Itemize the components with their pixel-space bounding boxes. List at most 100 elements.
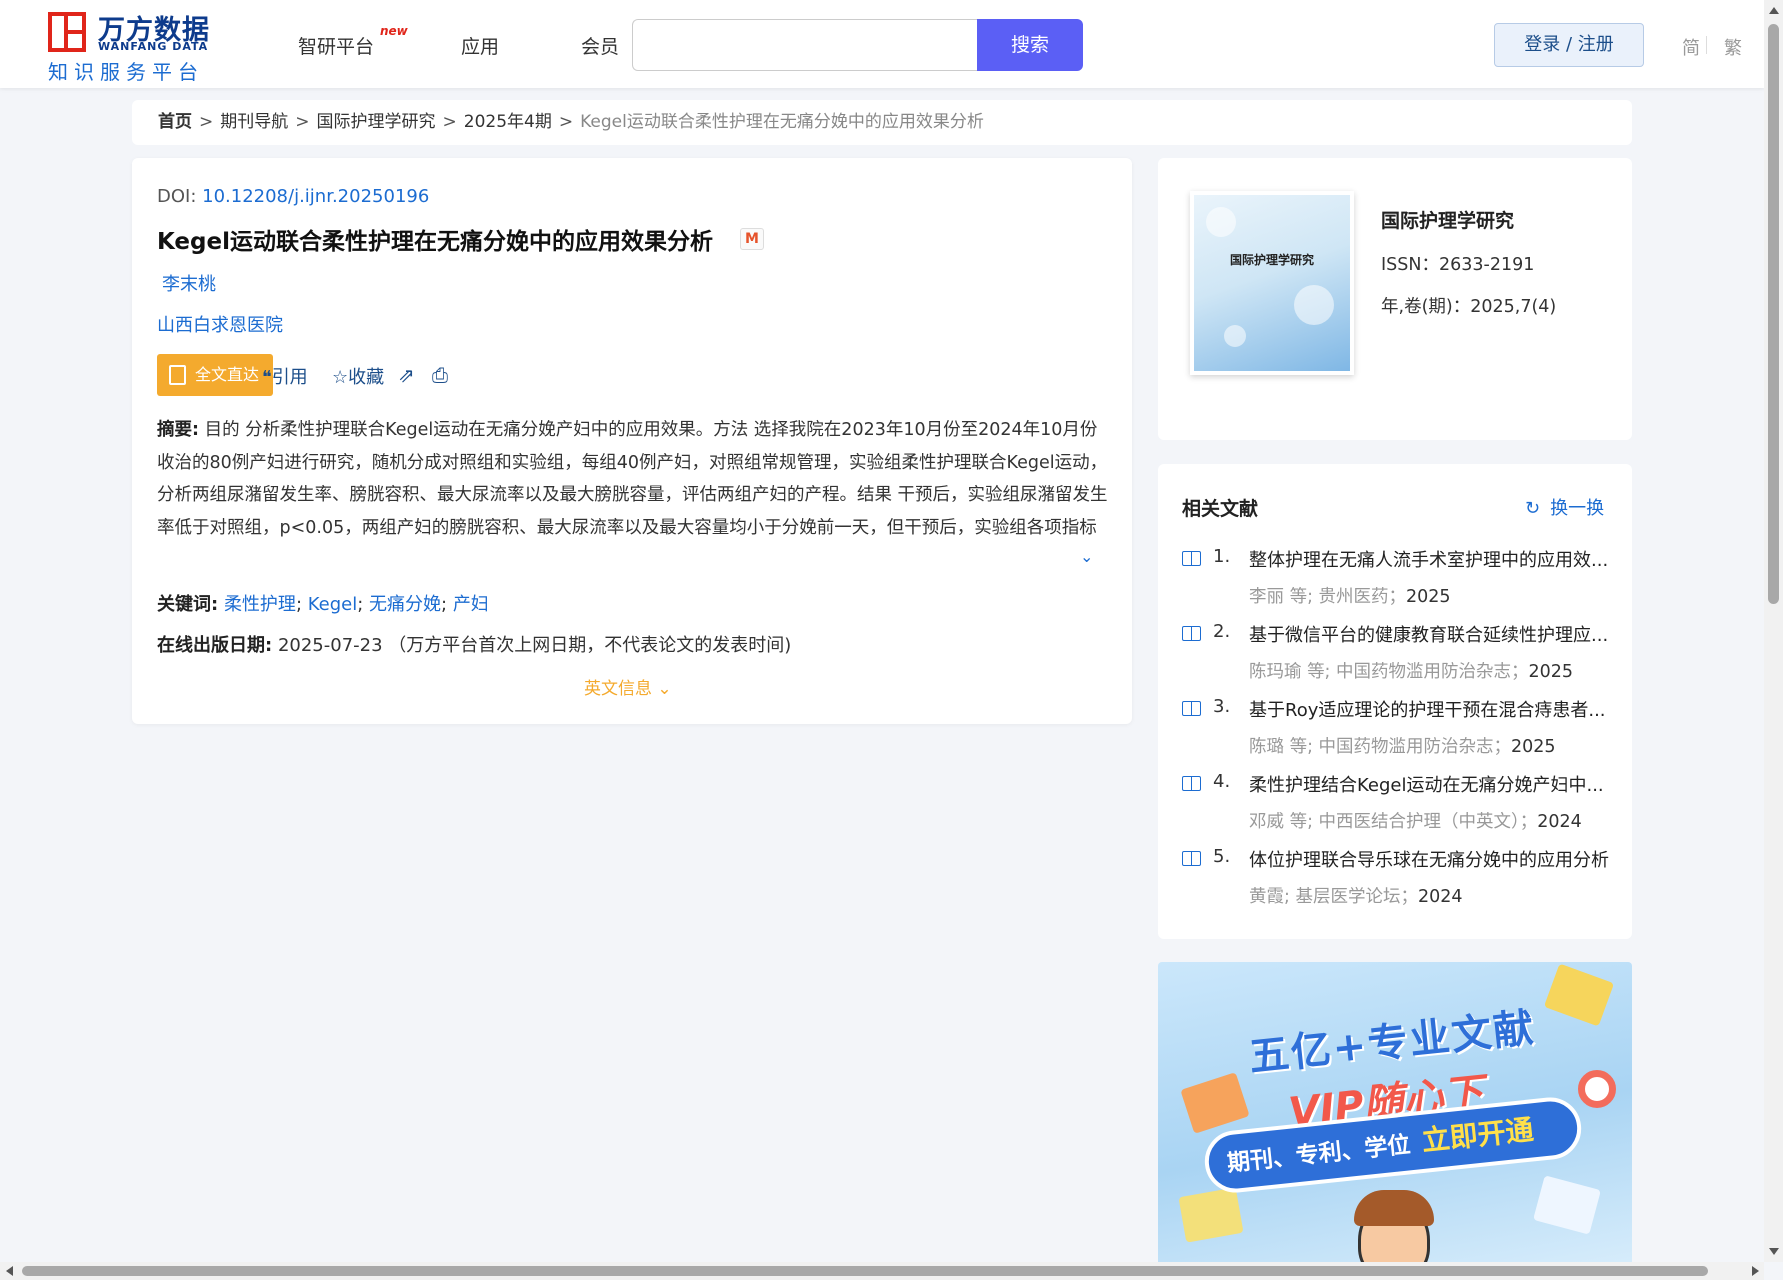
article-title: Kegel运动联合柔性护理在无痛分娩中的应用效果分析 [157,229,713,255]
fulltext-button[interactable]: 全文直达 [157,354,273,396]
pubdate-label: 在线出版日期: [157,635,273,656]
paper-illustration [1533,1175,1601,1235]
related-item-title[interactable]: 基于Roy适应理论的护理干预在混合痔患者... [1249,696,1611,722]
cite-label: 引用 [271,367,308,388]
related-item-number: 3. [1213,696,1231,717]
keyword-link[interactable]: 柔性护理 [224,594,296,615]
search-input[interactable] [632,19,977,71]
ring-decoration [1578,1070,1616,1108]
book-icon [1182,776,1201,791]
abstract: 摘要: 目的 分析柔性护理联合Kegel运动在无痛分娩产妇中的应用效果。方法 选… [157,414,1112,544]
book-icon [1182,626,1201,641]
related-item-source: 李丽 等; 贵州医药； [1249,587,1407,607]
related-item-number: 4. [1213,771,1231,792]
journal-issue: 年,卷(期)：2025,7(4) [1381,293,1556,318]
keyword-link[interactable]: Kegel [308,594,357,615]
book-icon [1182,851,1201,866]
expand-abstract-chevron-icon[interactable]: ⌄ [1080,547,1093,566]
vertical-scrollbar[interactable] [1764,0,1783,1262]
issue-value: 2025,7(4) [1470,297,1557,317]
m-format-icon[interactable]: M [740,228,764,250]
scroll-down-arrow-icon[interactable] [1769,1248,1779,1255]
related-item-year: 2024 [1417,887,1463,907]
article-detail-card: DOI: 10.12208/j.ijnr.20250196 Kegel运动联合柔… [132,158,1132,724]
top-header: 万方数据 WANFANG DATA 知识服务平台 智研平台 new 应用 会员 … [0,0,1764,88]
related-item[interactable]: 2. 基于微信平台的健康教育联合延续性护理应... 陈玛瑜 等; 中国药物滥用防… [1182,621,1612,697]
journal-info-card: 国际护理学研究 国际护理学研究 ISSN：2633-2191 年,卷(期)：20… [1158,158,1632,440]
doi-link[interactable]: 10.12208/j.ijnr.20250196 [202,186,429,207]
journal-cover-image[interactable]: 国际护理学研究 [1190,191,1354,375]
english-info-toggle[interactable]: 英文信息 ⌄ [584,674,672,699]
book-illustration [1543,963,1615,1027]
related-item-title[interactable]: 整体护理在无痛人流手术室护理中的应用效... [1249,546,1611,572]
cover-decoration [1294,285,1334,325]
print-icon[interactable]: ⎙ [432,363,448,387]
related-item-source: 陈玛瑜 等; 中国药物滥用防治杂志； [1249,662,1529,682]
lang-simplified-toggle[interactable]: 简 [1682,34,1700,60]
breadcrumb-journal-nav[interactable]: 期刊导航 [220,112,288,132]
related-item[interactable]: 3. 基于Roy适应理论的护理干预在混合痔患者... 陈璐 等; 中国药物滥用防… [1182,696,1612,772]
wanfang-logo[interactable]: 万方数据 WANFANG DATA 知识服务平台 [48,8,218,84]
horizontal-scroll-thumb[interactable] [22,1266,1708,1276]
lang-traditional-toggle[interactable]: 繁 [1724,34,1742,60]
related-item-meta: 李丽 等; 贵州医药；2025 [1249,583,1451,608]
author-link[interactable]: 李末桃 [162,270,216,296]
related-item-number: 1. [1213,546,1231,567]
scroll-left-arrow-icon[interactable] [6,1266,13,1276]
related-item[interactable]: 1. 整体护理在无痛人流手术室护理中的应用效... 李丽 等; 贵州医药；202… [1182,546,1612,622]
scroll-right-arrow-icon[interactable] [1752,1266,1759,1276]
related-item-year: 2024 [1537,812,1582,832]
related-item[interactable]: 5. 体位护理联合导乐球在无痛分娩中的应用分析 黄霞; 基层医学论坛；2024 [1182,846,1612,922]
book-icon [1182,701,1201,716]
issn-value: 2633-2191 [1438,255,1535,275]
related-item-meta: 陈玛瑜 等; 中国药物滥用防治杂志；2025 [1249,658,1573,683]
book-illustration [1180,1072,1250,1134]
vip-ad-banner[interactable]: 五亿+专业文献 VIP随心下 期刊、专利、学位 立即开通 [1158,962,1632,1262]
logo-mark-icon [48,12,86,52]
keyword-separator: ; [357,594,370,615]
breadcrumb-journal[interactable]: 国际护理学研究 [317,112,436,132]
keyword-link[interactable]: 无痛分娩 [369,594,441,615]
scroll-up-arrow-icon[interactable] [1769,7,1779,14]
vertical-scroll-thumb[interactable] [1768,24,1779,604]
related-item[interactable]: 4. 柔性护理结合Kegel运动在无痛分娩产妇中... 邓威 等; 中西医结合护… [1182,771,1612,847]
breadcrumb-separator: > [442,112,457,132]
abstract-label: 摘要: [157,420,199,440]
journal-issn: ISSN：2633-2191 [1381,251,1534,276]
share-icon[interactable]: ⇗ [398,363,415,387]
cite-button[interactable]: ❝引用 [262,363,308,389]
logo-subtitle: 知识服务平台 [48,60,204,84]
breadcrumb: 首页 > 期刊导航 > 国际护理学研究 >2025年4期 > Kegel运动联合柔性护理在无痛… [132,100,1632,145]
related-item-title[interactable]: 体位护理联合导乐球在无痛分娩中的应用分析 [1249,846,1611,872]
related-item-title[interactable]: 基于微信平台的健康教育联合延续性护理应... [1249,621,1611,647]
lang-divider [1706,36,1707,54]
related-item-meta: 黄霞; 基层医学论坛；2024 [1249,883,1463,908]
search-button[interactable]: 搜索 [977,19,1083,71]
nav-apps[interactable]: 应用 [461,32,499,59]
related-title: 相关文献 [1182,498,1259,520]
breadcrumb-home[interactable]: 首页 [158,112,192,132]
horizontal-scrollbar[interactable] [0,1262,1764,1280]
chevron-down-icon: ⌄ [657,679,672,699]
favorite-button[interactable]: ☆收藏 [332,363,384,389]
breadcrumb-current: Kegel运动联合柔性护理在无痛分娩中的应用效果分析 [580,112,984,132]
keywords-line: 关键词: 柔性护理; Kegel; 无痛分娩; 产妇 [157,590,489,616]
breadcrumb-issue[interactable]: 2025年4期 [464,112,552,132]
related-item-year: 2025 [1406,587,1451,607]
refresh-button[interactable]: ↻ 换一换 [1525,494,1604,520]
nav-zhiyan[interactable]: 智研平台 [298,32,374,59]
doi-label: DOI: [157,186,203,207]
nav-membership[interactable]: 会员 [581,32,619,59]
keyword-link[interactable]: 产妇 [453,594,489,615]
cover-decoration [1224,325,1246,347]
pubdate-note: （万方平台首次上网日期，不代表论文的发表时间) [388,635,792,656]
login-register-button[interactable]: 登录 / 注册 [1494,23,1644,67]
related-item-year: 2025 [1528,662,1574,682]
organization-link[interactable]: 山西白求恩医院 [157,311,283,337]
online-pubdate: 在线出版日期: 2025-07-23 （万方平台首次上网日期，不代表论文的发表时… [157,631,791,657]
related-item-meta: 邓威 等; 中西医结合护理（中英文）；2024 [1249,808,1582,833]
journal-name[interactable]: 国际护理学研究 [1381,206,1514,233]
logo-text-en: WANFANG DATA [98,40,209,53]
related-item-number: 5. [1213,846,1231,867]
related-item-title[interactable]: 柔性护理结合Kegel运动在无痛分娩产妇中... [1249,771,1611,797]
